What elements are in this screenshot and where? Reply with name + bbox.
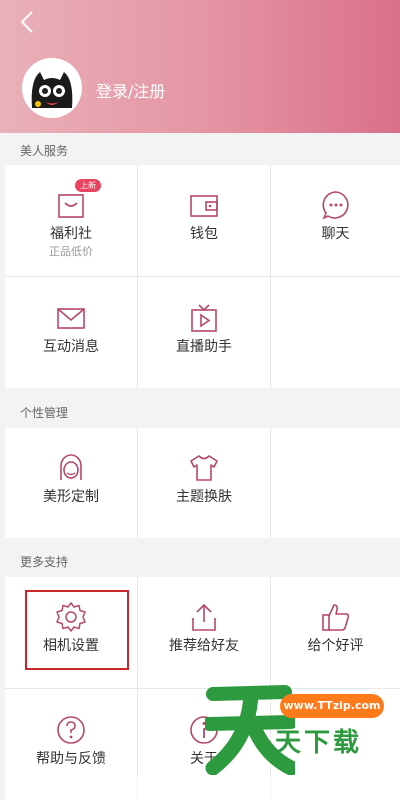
beauty-service-grid: 上新 福利社 正品低价 钱包 聊天 互动消息 直播助手	[5, 165, 400, 388]
help-feedback-label: 帮助与反馈	[36, 751, 106, 767]
cat-avatar-icon	[22, 58, 82, 118]
theme-skin-item[interactable]: 主题换肤	[138, 428, 270, 538]
share-icon	[192, 603, 216, 631]
profile-header: 登录/注册	[0, 0, 400, 133]
face-customize-label: 美形定制	[43, 489, 99, 505]
help-feedback-item[interactable]: 帮助与反馈	[5, 690, 137, 800]
interactive-messages-item[interactable]: 互动消息	[5, 278, 137, 388]
section-title-personal-management: 个性管理	[20, 406, 69, 420]
gift-bag-icon	[58, 194, 84, 218]
chat-item[interactable]: 聊天	[271, 165, 400, 275]
empty-cell	[271, 428, 400, 538]
live-assistant-label: 直播助手	[176, 339, 232, 355]
welfare-club-sublabel: 正品低价	[49, 245, 93, 258]
section-title-more-support: 更多支持	[20, 555, 69, 569]
tshirt-icon	[190, 455, 218, 481]
help-icon	[57, 716, 85, 744]
thumbs-up-icon	[321, 604, 349, 631]
interactive-messages-label: 互动消息	[43, 339, 99, 355]
wallet-item[interactable]: 钱包	[138, 165, 270, 275]
rate-us-item[interactable]: 给个好评	[271, 577, 400, 687]
recommend-friend-label: 推荐给好友	[169, 638, 239, 654]
personal-management-grid: 美形定制 主题换肤	[5, 428, 400, 538]
tv-play-icon	[191, 304, 217, 332]
login-register-link[interactable]: 登录/注册	[96, 78, 165, 102]
recommend-friend-item[interactable]: 推荐给好友	[138, 577, 270, 687]
highlight-box	[25, 590, 129, 670]
section-title-beauty-service: 美人服务	[20, 144, 69, 158]
wallet-label: 钱包	[190, 226, 218, 242]
face-customize-item[interactable]: 美形定制	[5, 428, 137, 538]
chat-icon	[321, 191, 349, 220]
new-badge: 上新	[75, 179, 101, 192]
watermark-text: 天下载	[275, 728, 363, 758]
welfare-club-label: 福利社	[50, 226, 92, 242]
grid-divider	[5, 688, 400, 689]
avatar[interactable]	[22, 58, 82, 118]
wallet-icon	[190, 195, 218, 217]
welfare-club-item[interactable]: 上新 福利社 正品低价	[5, 165, 137, 275]
rate-us-label: 给个好评	[307, 638, 364, 654]
theme-skin-label: 主题换肤	[176, 489, 232, 505]
grid-divider	[137, 428, 138, 538]
watermark-url: www.TTzip.com	[280, 694, 384, 718]
grid-divider	[5, 276, 400, 277]
envelope-icon	[57, 308, 85, 329]
live-assistant-item[interactable]: 直播助手	[138, 278, 270, 388]
empty-cell	[271, 278, 400, 388]
grid-divider	[270, 428, 271, 538]
back-icon[interactable]	[14, 8, 42, 36]
face-icon	[60, 454, 82, 480]
chat-label: 聊天	[321, 226, 350, 242]
grid-divider	[137, 577, 138, 777]
